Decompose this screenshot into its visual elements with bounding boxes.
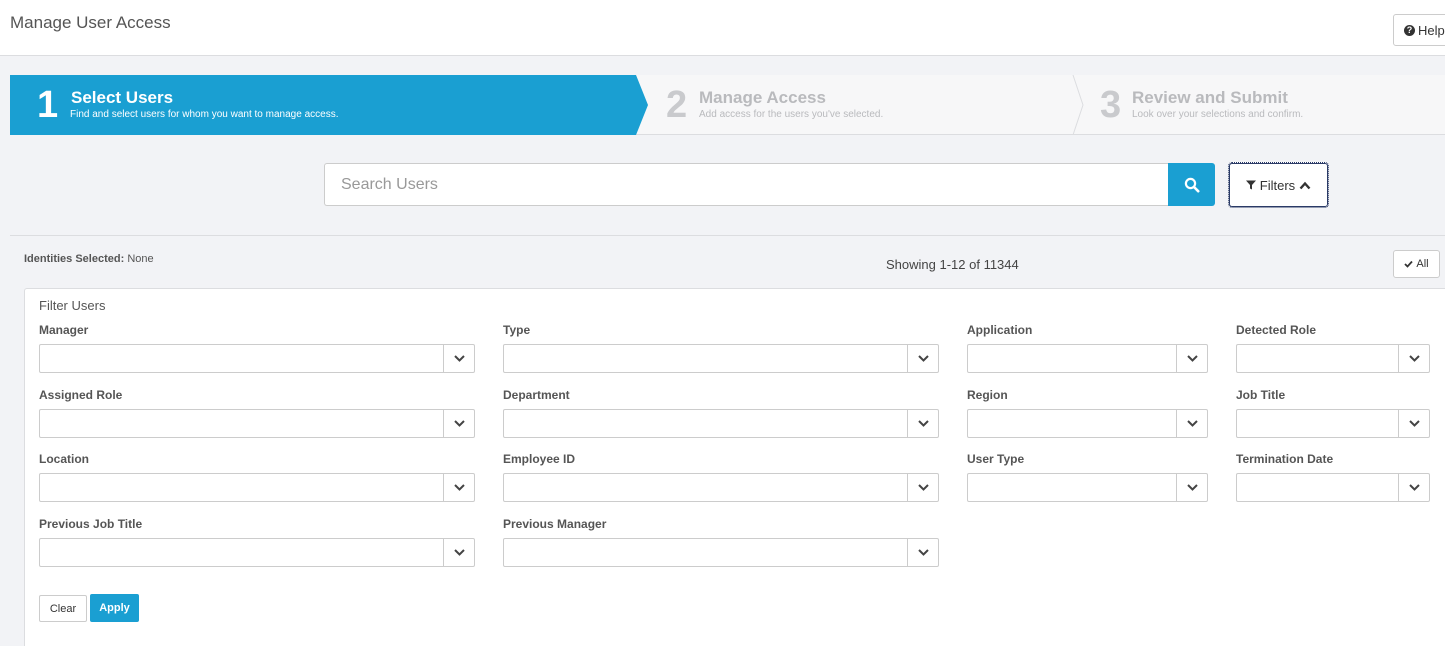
user-type-select[interactable] <box>967 473 1208 502</box>
filter-panel-title: Filter Users <box>39 298 106 313</box>
chevron-down-icon[interactable] <box>443 474 474 501</box>
termination-date-label: Termination Date <box>1236 452 1334 466</box>
filters-button-label: Filters <box>1259 177 1296 193</box>
chevron-down-icon[interactable] <box>1176 474 1207 501</box>
clear-filters-button[interactable]: Clear <box>39 595 87 622</box>
search-icon <box>1184 177 1199 192</box>
chevron-down-icon[interactable] <box>1398 410 1429 437</box>
location-label: Location <box>39 452 89 466</box>
section-divider <box>10 235 1445 236</box>
manager-select[interactable] <box>39 344 475 373</box>
chevron-down-icon[interactable] <box>443 539 474 566</box>
step-number: 3 <box>1100 84 1122 126</box>
step-title: Select Users <box>71 88 174 107</box>
filters-toggle-button[interactable]: Filters <box>1228 162 1329 208</box>
manager-label: Manager <box>39 323 89 337</box>
detected-role-label: Detected Role <box>1236 323 1317 337</box>
chevron-down-icon[interactable] <box>907 410 938 437</box>
chevron-down-icon[interactable] <box>907 345 938 372</box>
chevron-down-icon[interactable] <box>443 410 474 437</box>
wizard-steps: 1 Select Users Find and select users for… <box>10 75 1445 135</box>
job-title-label: Job Title <box>1236 388 1286 402</box>
chevron-down-icon[interactable] <box>907 474 938 501</box>
page-title: Manage User Access <box>10 13 171 32</box>
location-select[interactable] <box>39 473 475 502</box>
wizard-step-manage-access[interactable]: 2 Manage Access Add access for the users… <box>650 75 1070 135</box>
region-select[interactable] <box>967 409 1208 438</box>
employee-id-label: Employee ID <box>503 452 576 466</box>
step-description: Find and select users for whom you want … <box>70 109 339 120</box>
previous-manager-label: Previous Manager <box>503 517 607 531</box>
step-title: Review and Submit <box>1132 88 1288 107</box>
filter-funnel-icon <box>1245 180 1256 190</box>
checkmark-icon <box>1404 260 1414 268</box>
previous-job-title-label: Previous Job Title <box>39 517 143 531</box>
step-title: Manage Access <box>699 88 826 107</box>
step-description: Look over your selections and confirm. <box>1132 109 1304 120</box>
user-type-label: User Type <box>967 452 1025 466</box>
chevron-down-icon[interactable] <box>443 345 474 372</box>
apply-filters-button[interactable]: Apply <box>90 594 139 622</box>
identities-selected: Identities Selected: None <box>24 253 154 265</box>
previous-manager-select[interactable] <box>503 538 939 567</box>
wizard-step-separator <box>1072 75 1084 135</box>
chevron-down-icon[interactable] <box>907 539 938 566</box>
step-number: 2 <box>666 84 688 126</box>
select-all-button[interactable]: All <box>1393 250 1440 278</box>
previous-job-title-select[interactable] <box>39 538 475 567</box>
top-bar: Manage User Access ? Help <box>0 0 1445 56</box>
job-title-select[interactable] <box>1236 409 1430 438</box>
step-description: Add access for the users you've selected… <box>699 109 884 120</box>
chevron-down-icon[interactable] <box>1398 345 1429 372</box>
chevron-down-icon[interactable] <box>1176 410 1207 437</box>
application-select[interactable] <box>967 344 1208 373</box>
chevron-down-icon[interactable] <box>1176 345 1207 372</box>
region-label: Region <box>967 388 1008 402</box>
type-label: Type <box>503 323 531 337</box>
termination-date-select[interactable] <box>1236 473 1430 502</box>
application-label: Application <box>967 323 1033 337</box>
department-select[interactable] <box>503 409 939 438</box>
wizard-step-select-users[interactable]: 1 Select Users Find and select users for… <box>10 75 640 135</box>
help-button[interactable]: ? Help <box>1393 14 1445 46</box>
chevron-up-icon <box>1299 181 1311 189</box>
wizard-step-review-and-submit[interactable]: 3 Review and Submit Look over your selec… <box>1085 75 1445 135</box>
chevron-down-icon[interactable] <box>1398 474 1429 501</box>
employee-id-select[interactable] <box>503 473 939 502</box>
detected-role-select[interactable] <box>1236 344 1430 373</box>
question-circle-icon: ? <box>1404 24 1415 36</box>
type-select[interactable] <box>503 344 939 373</box>
results-count: Showing 1-12 of 11344 <box>886 257 1019 272</box>
assigned-role-label: Assigned Role <box>39 388 123 402</box>
search-users-input[interactable] <box>324 163 1169 206</box>
step-number: 1 <box>37 84 59 126</box>
search-button[interactable] <box>1168 163 1215 206</box>
filter-users-panel: Filter Users <box>24 288 1445 646</box>
assigned-role-select[interactable] <box>39 409 475 438</box>
help-button-label: Help <box>1418 22 1445 38</box>
identities-selected-label: Identities Selected: <box>24 253 125 265</box>
identities-selected-value: None <box>127 253 154 265</box>
select-all-label: All <box>1416 258 1429 270</box>
department-label: Department <box>503 388 570 402</box>
